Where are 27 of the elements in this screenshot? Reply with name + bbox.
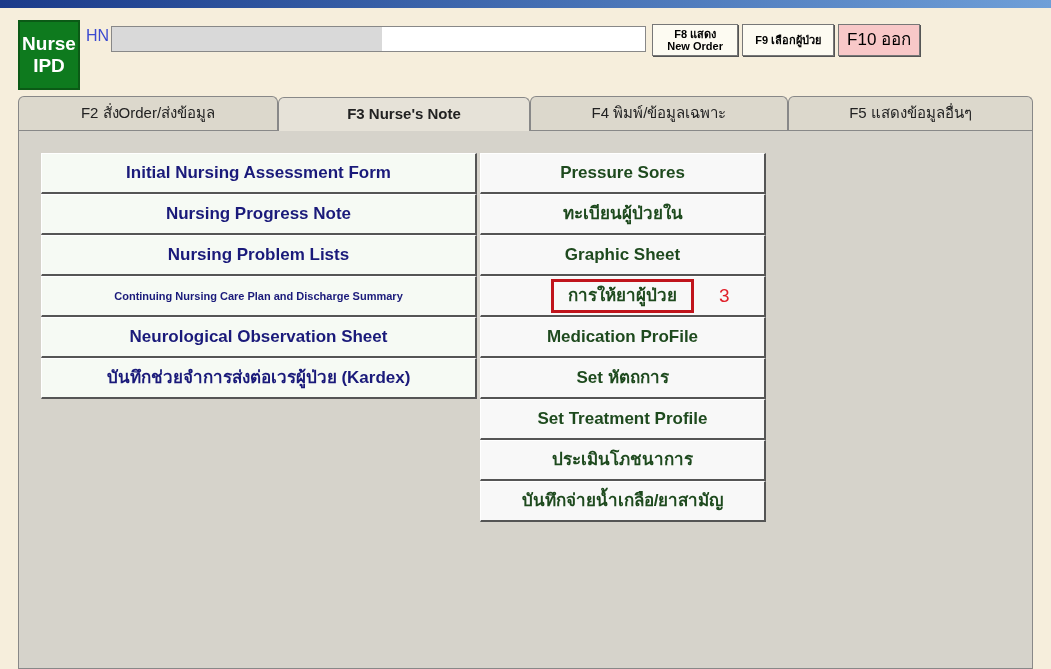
form-button[interactable]: การให้ยาผู้ป่วย 3 (480, 276, 766, 317)
form-button[interactable]: ประเมินโภชนาการ (480, 440, 766, 481)
tab[interactable]: F2 สั่งOrder/ส่งข้อมูล (18, 96, 278, 130)
form-button[interactable]: Nursing Problem Lists (41, 235, 477, 276)
badge-line: IPD (33, 55, 65, 77)
form-button[interactable]: Pressure Sores (480, 153, 766, 194)
form-button[interactable]: Nursing Progress Note (41, 194, 477, 235)
badge-line: Nurse (22, 33, 76, 55)
form-button[interactable]: Medication ProFile (480, 317, 766, 358)
hn-field[interactable] (111, 26, 647, 52)
form-button[interactable]: ทะเบียนผู้ป่วยใน (480, 194, 766, 235)
hn-label: HN (86, 26, 110, 46)
form-button[interactable]: Neurological Observation Sheet (41, 317, 477, 358)
form-button[interactable]: Continuing Nursing Care Plan and Discharge Summary (41, 276, 477, 317)
function-button[interactable]: F8 แสดง New Order (652, 24, 739, 56)
form-button[interactable]: Graphic Sheet (480, 235, 766, 276)
form-button[interactable]: Set หัตถการ (480, 358, 766, 399)
function-button[interactable]: F10 ออก (838, 24, 921, 56)
form-button[interactable]: Initial Nursing Assessment Form (41, 153, 477, 194)
form-button[interactable]: บันทึกจ่ายน้ำเกลือ/ยาสามัญ (480, 481, 766, 522)
annotation-number: 3 (719, 283, 730, 308)
tab[interactable]: F3 Nurse's Note (278, 97, 530, 131)
tab[interactable]: F4 พิมพ์/ข้อมูลเฉพาะ (530, 96, 788, 130)
form-button[interactable]: บันทึกช่วยจำการส่งต่อเวรผู้ป่วย (Kardex) (41, 358, 477, 399)
function-button[interactable]: F9 เลือกผู้ป่วย (742, 24, 835, 56)
form-button[interactable]: Set Treatment Profile (480, 399, 766, 440)
tab[interactable]: F5 แสดงข้อมูลอื่นๆ (788, 96, 1033, 130)
